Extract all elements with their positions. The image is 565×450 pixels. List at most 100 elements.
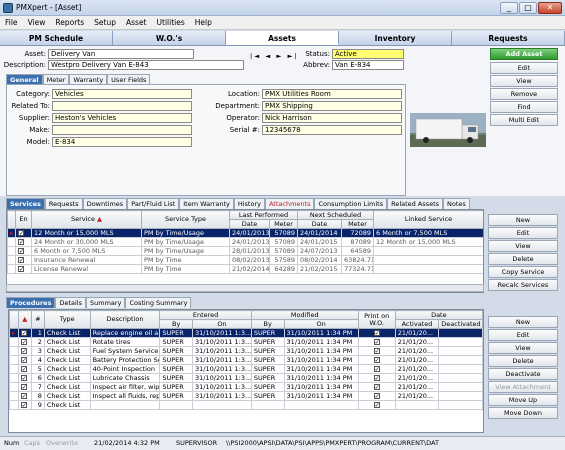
tab-services[interactable]: Services bbox=[6, 198, 45, 209]
tab-requests[interactable]: Requests bbox=[452, 31, 565, 45]
enabled-checkbox[interactable]: ✓ bbox=[15, 264, 32, 274]
print-on-wo-checkbox[interactable]: ✓ bbox=[357, 337, 396, 347]
view-asset-button[interactable]: View bbox=[490, 75, 558, 87]
next-date-header[interactable]: Date bbox=[297, 219, 342, 229]
tab-details[interactable]: Details bbox=[55, 297, 87, 308]
view-service-button[interactable]: View bbox=[488, 240, 558, 252]
tab-related-assets[interactable]: Related Assets bbox=[387, 198, 443, 209]
tab-consumption-limits[interactable]: Consumption Limits bbox=[314, 198, 388, 209]
remove-asset-button[interactable]: Remove bbox=[490, 88, 558, 100]
close-button[interactable]: ✕ bbox=[538, 2, 562, 14]
service-row[interactable]: ✓ 6 Month or 7,500 MLS PM by Time/Usage 28/… bbox=[7, 246, 483, 256]
menu-reports[interactable]: Reports bbox=[50, 16, 89, 27]
select-checkbox[interactable]: ✓ bbox=[17, 400, 32, 410]
tab-summary[interactable]: Summary bbox=[86, 297, 126, 308]
menu-setup[interactable]: Setup bbox=[89, 16, 121, 27]
tab-procedures[interactable]: Procedures bbox=[6, 297, 56, 308]
multi-edit-button[interactable]: Multi Edit bbox=[490, 114, 558, 126]
tab-assets[interactable]: Assets bbox=[226, 31, 339, 45]
menu-help[interactable]: Help bbox=[190, 16, 217, 27]
type-header[interactable]: Type bbox=[43, 310, 91, 329]
edit-procedure-button[interactable]: Edit bbox=[488, 329, 558, 341]
tab-item-warranty[interactable]: Item Warranty bbox=[179, 198, 234, 209]
prev-record-button[interactable]: ◄ bbox=[265, 52, 272, 60]
select-checkbox[interactable]: ✓ bbox=[17, 337, 32, 347]
enabled-checkbox[interactable]: ✓ bbox=[15, 255, 32, 265]
location-field[interactable]: PMX Utilities Room bbox=[262, 89, 402, 99]
procedure-row[interactable]: ✓4Check ListBattery Protection Se...SUPE… bbox=[9, 355, 483, 365]
find-asset-button[interactable]: Find bbox=[490, 101, 558, 113]
print-on-wo-checkbox[interactable]: ✓ bbox=[357, 346, 396, 356]
print-on-wo-checkbox[interactable]: ✓ bbox=[357, 373, 396, 383]
procedure-row[interactable]: ✓ 9 Check List ✓ bbox=[9, 400, 483, 410]
procedure-row[interactable]: ✓ 6 Check List Lubricate Chassis SUPER 31/10/… bbox=[9, 373, 483, 383]
service-row[interactable]: ✓ 24 Month or 30,000 MLS PM by Time/Usage 2… bbox=[7, 237, 483, 247]
last-meter-header[interactable]: Meter bbox=[269, 219, 298, 229]
services-hscrollbar[interactable] bbox=[6, 284, 484, 292]
tab-history[interactable]: History bbox=[233, 198, 265, 209]
move-down-button[interactable]: Move Down bbox=[488, 407, 558, 419]
print-on-wo-checkbox[interactable]: ✓ bbox=[357, 400, 396, 410]
new-procedure-button[interactable]: New bbox=[488, 316, 558, 328]
menu-view[interactable]: View bbox=[23, 16, 51, 27]
select-checkbox[interactable]: ✓ bbox=[17, 373, 32, 383]
new-service-button[interactable]: New bbox=[488, 214, 558, 226]
abbrev-field[interactable]: Van E-834 bbox=[332, 60, 404, 70]
enabled-checkbox[interactable]: ✓ bbox=[15, 228, 32, 238]
make-field[interactable] bbox=[52, 125, 192, 135]
delete-service-button[interactable]: Delete bbox=[488, 253, 558, 265]
procedure-row[interactable]: ✓ 3 Check List Fuel System Service SUPER 31/1… bbox=[9, 346, 483, 356]
first-record-button[interactable]: |◄ bbox=[250, 52, 261, 60]
print-on-wo-checkbox[interactable]: ✓ bbox=[357, 328, 396, 338]
service-row[interactable]: ▸ ✓ 12 Month or 15,000 MLS PM by Time/Usage… bbox=[7, 228, 483, 238]
asset-field[interactable]: Delivery Van bbox=[48, 49, 194, 59]
menu-asset[interactable]: Asset bbox=[121, 16, 152, 27]
deactivate-procedure-button[interactable]: Deactivate bbox=[488, 368, 558, 380]
operator-field[interactable]: Nick Harrison bbox=[262, 113, 402, 123]
service-type-header[interactable]: Service Type bbox=[141, 210, 230, 229]
enabled-header[interactable]: En bbox=[15, 210, 32, 229]
select-checkbox[interactable]: ✓ bbox=[17, 346, 32, 356]
view-procedure-button[interactable]: View bbox=[488, 342, 558, 354]
procedure-row[interactable]: ✓7Check ListInspect air filter, wiper...… bbox=[9, 382, 483, 392]
print-on-wo-checkbox[interactable]: ✓ bbox=[357, 382, 396, 392]
last-date-header[interactable]: Date bbox=[229, 219, 270, 229]
procedure-row[interactable]: ✓ 5 Check List 40-Point Inspection SUPER 31/1… bbox=[9, 364, 483, 374]
entered-by-header[interactable]: By bbox=[159, 319, 194, 329]
next-meter-header[interactable]: Meter bbox=[341, 219, 374, 229]
service-row[interactable]: ✓ License Renewal PM by Time 21/02/2014 6428… bbox=[7, 264, 483, 274]
activated-header[interactable]: Activated bbox=[394, 319, 440, 329]
description-header[interactable]: Description bbox=[89, 310, 161, 329]
print-on-wo-checkbox[interactable]: ✓ bbox=[357, 364, 396, 374]
edit-service-button[interactable]: Edit bbox=[488, 227, 558, 239]
model-field[interactable]: E-834 bbox=[52, 137, 192, 147]
menu-utilities[interactable]: Utilities bbox=[152, 16, 190, 27]
select-checkbox[interactable]: ✓ bbox=[17, 382, 32, 392]
copy-service-button[interactable]: Copy Service bbox=[488, 266, 558, 278]
recalc-services-button[interactable]: Recalc Services bbox=[488, 279, 558, 291]
serial-field[interactable]: 12345678 bbox=[262, 125, 402, 135]
service-row[interactable]: ✓ Insurance Renewal PM by Time 08/02/2013 57… bbox=[7, 255, 483, 265]
next-record-button[interactable]: ► bbox=[276, 52, 283, 60]
delete-procedure-button[interactable]: Delete bbox=[488, 355, 558, 367]
minimize-button[interactable]: _ bbox=[500, 2, 518, 14]
tab-work-orders[interactable]: W.O.'s bbox=[113, 31, 226, 45]
tab-requests-sub[interactable]: Requests bbox=[44, 198, 83, 209]
description-field[interactable]: Westpro Delivery Van E-843 bbox=[48, 60, 244, 70]
enabled-checkbox[interactable]: ✓ bbox=[15, 246, 32, 256]
print-on-wo-checkbox[interactable]: ✓ bbox=[357, 355, 396, 365]
status-field[interactable]: Active bbox=[332, 49, 404, 59]
category-field[interactable]: Vehicles bbox=[52, 89, 192, 99]
linked-service-header[interactable]: Linked Service bbox=[373, 210, 483, 229]
tab-part-fluid-list[interactable]: Part/Fluid List bbox=[127, 198, 180, 209]
modified-on-header[interactable]: On bbox=[283, 319, 359, 329]
move-up-button[interactable]: Move Up bbox=[488, 394, 558, 406]
tab-notes[interactable]: Notes bbox=[443, 198, 470, 209]
procedure-row[interactable]: ✓8Check ListInspect all fluids, repl...S… bbox=[9, 391, 483, 401]
select-checkbox[interactable]: ✓ bbox=[17, 328, 32, 338]
select-checkbox[interactable]: ✓ bbox=[17, 391, 32, 401]
procedure-row[interactable]: ✓ 2 Check List Rotate tires SUPER 31/10/2011 … bbox=[9, 337, 483, 347]
print-on-wo-header[interactable]: Print on W.O. bbox=[357, 310, 396, 329]
enabled-checkbox[interactable]: ✓ bbox=[15, 237, 32, 247]
department-field[interactable]: PMX Shipping bbox=[262, 101, 402, 111]
